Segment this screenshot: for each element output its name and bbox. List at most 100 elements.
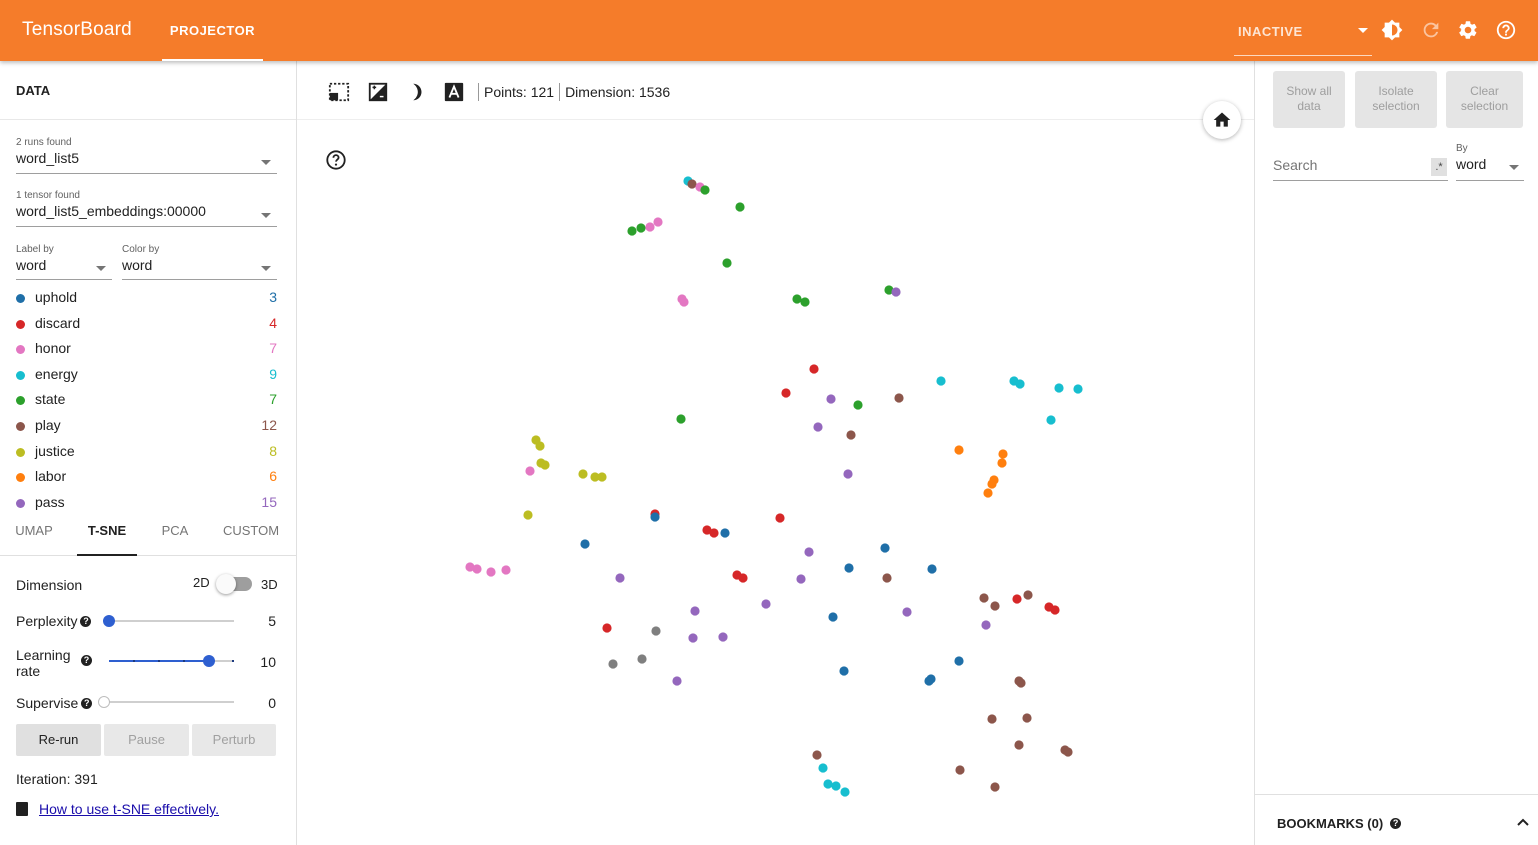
moon-icon[interactable] (405, 81, 427, 103)
embedding-point[interactable] (653, 217, 663, 227)
embedding-point[interactable] (486, 567, 496, 577)
regex-toggle[interactable]: .* (1431, 158, 1447, 176)
embedding-point[interactable] (902, 607, 912, 617)
embedding-point[interactable] (826, 394, 836, 404)
embedding-point[interactable] (1014, 740, 1024, 750)
embedding-point[interactable] (645, 222, 655, 232)
reset-view-button[interactable] (1203, 101, 1241, 139)
embedding-point[interactable] (955, 765, 965, 775)
pause-button[interactable]: Pause (104, 724, 189, 756)
embedding-point[interactable] (650, 512, 660, 522)
brightness-icon[interactable] (1381, 19, 1403, 41)
embedding-point[interactable] (792, 294, 802, 304)
embedding-point[interactable] (597, 472, 607, 482)
dimension-toggle[interactable] (216, 574, 252, 594)
embedding-point[interactable] (700, 185, 710, 195)
help-icon[interactable]: ? (81, 698, 93, 709)
embedding-point[interactable] (1012, 594, 1022, 604)
embedding-point[interactable] (818, 763, 828, 773)
run-status-select[interactable]: INACTIVE (1234, 10, 1372, 56)
refresh-icon[interactable] (1420, 19, 1442, 41)
embedding-point[interactable] (983, 488, 993, 498)
embedding-point[interactable] (844, 563, 854, 573)
embedding-point[interactable] (687, 179, 697, 189)
embedding-point[interactable] (637, 654, 647, 664)
embedding-point[interactable] (709, 528, 719, 538)
search-by-select[interactable]: By word (1456, 143, 1524, 181)
embedding-point[interactable] (1015, 379, 1025, 389)
show-all-data-button[interactable]: Show all data (1273, 71, 1345, 128)
embedding-point[interactable] (722, 258, 732, 268)
embedding-point[interactable] (987, 714, 997, 724)
embedding-point[interactable] (891, 287, 901, 297)
scatter-plot[interactable] (297, 61, 1254, 845)
embedding-point[interactable] (998, 449, 1008, 459)
learning-rate-slider[interactable] (109, 653, 234, 669)
embedding-point[interactable] (1022, 713, 1032, 723)
embedding-point[interactable] (927, 564, 937, 574)
help-icon[interactable] (325, 149, 347, 171)
embedding-point[interactable] (853, 400, 863, 410)
embedding-point[interactable] (809, 364, 819, 374)
howto-link[interactable]: How to use t-SNE effectively. (39, 801, 219, 817)
clear-selection-button[interactable]: Clear selection (1446, 71, 1523, 128)
embedding-point[interactable] (535, 441, 545, 451)
settings-icon[interactable] (1457, 19, 1479, 41)
embedding-point[interactable] (926, 674, 936, 684)
legend-item-discard[interactable]: discard 4 (16, 312, 277, 338)
embedding-point[interactable] (828, 612, 838, 622)
embedding-point[interactable] (672, 676, 682, 686)
embedding-point[interactable] (472, 564, 482, 574)
embedding-point[interactable] (990, 782, 1000, 792)
embedding-point[interactable] (627, 226, 637, 236)
legend-item-justice[interactable]: justice 8 (16, 440, 277, 466)
rerun-button[interactable]: Re-run (16, 724, 101, 756)
embedding-point[interactable] (800, 297, 810, 307)
embedding-point[interactable] (1063, 747, 1073, 757)
select-mode-icon[interactable] (328, 81, 350, 103)
embedding-point[interactable] (840, 787, 850, 797)
embedding-point[interactable] (1016, 678, 1026, 688)
embedding-point[interactable] (636, 223, 646, 233)
help-icon[interactable]: ? (80, 616, 92, 627)
help-icon[interactable] (1495, 19, 1517, 41)
embedding-point[interactable] (735, 202, 745, 212)
embedding-point[interactable] (843, 469, 853, 479)
embedding-point[interactable] (954, 656, 964, 666)
tab-projector[interactable]: PROJECTOR (162, 0, 263, 61)
embedding-point[interactable] (987, 479, 997, 489)
embedding-point[interactable] (880, 543, 890, 553)
legend-item-honor[interactable]: honor 7 (16, 337, 277, 363)
embedding-point[interactable] (608, 659, 618, 669)
embedding-point[interactable] (813, 422, 823, 432)
embedding-point[interactable] (679, 297, 689, 307)
tab-umap[interactable]: UMAP (6, 510, 62, 556)
supervise-slider[interactable] (98, 694, 234, 710)
perplexity-slider[interactable] (103, 613, 234, 629)
legend-item-energy[interactable]: energy 9 (16, 363, 277, 389)
labels-toggle-icon[interactable] (443, 81, 465, 103)
night-mode-contrast-icon[interactable] (367, 81, 389, 103)
embedding-point[interactable] (578, 469, 588, 479)
embedding-point[interactable] (846, 430, 856, 440)
color-by-select[interactable]: Color by word (122, 244, 277, 280)
embedding-point[interactable] (525, 466, 535, 476)
isolate-selection-button[interactable]: Isolate selection (1355, 71, 1437, 128)
tab-pca[interactable]: PCA (152, 510, 198, 556)
help-icon[interactable]: ? (1390, 818, 1402, 829)
embedding-point[interactable] (676, 414, 686, 424)
embedding-point[interactable] (823, 779, 833, 789)
run-select[interactable]: 2 runs found word_list5 (16, 137, 277, 174)
embedding-point[interactable] (690, 606, 700, 616)
embedding-point[interactable] (1054, 383, 1064, 393)
embedding-point[interactable] (602, 623, 612, 633)
embedding-point[interactable] (651, 626, 661, 636)
search-input[interactable] (1273, 157, 1423, 173)
embedding-point[interactable] (990, 601, 1000, 611)
embedding-point[interactable] (882, 573, 892, 583)
embedding-point[interactable] (523, 510, 533, 520)
legend-item-uphold[interactable]: uphold 3 (16, 286, 277, 312)
embedding-point[interactable] (804, 547, 814, 557)
embedding-point[interactable] (688, 633, 698, 643)
legend-item-labor[interactable]: labor 6 (16, 465, 277, 491)
